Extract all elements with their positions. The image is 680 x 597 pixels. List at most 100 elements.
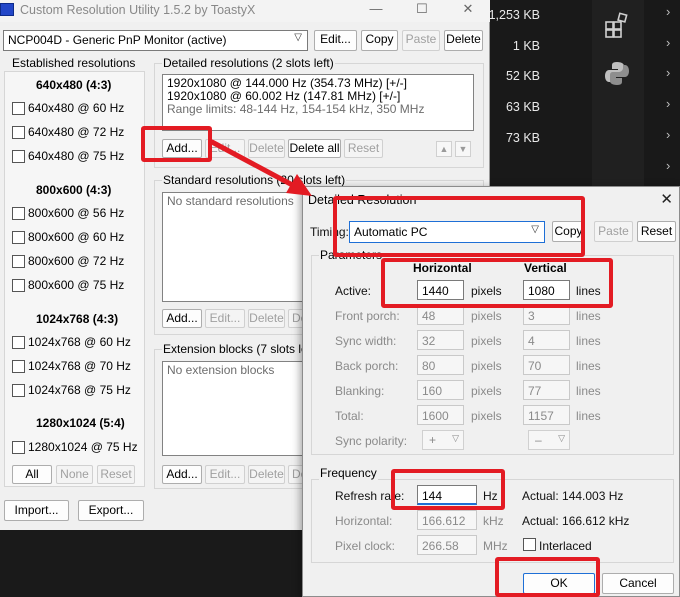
- group-title: 1024x768 (4:3): [36, 312, 119, 326]
- established-checkbox[interactable]: 640x480 @ 72 Hz: [12, 124, 124, 140]
- detailed-resolution-dialog: Detailed Resolution ✕ Timing: Automatic …: [302, 186, 680, 597]
- established-checkbox[interactable]: 800x600 @ 56 Hz: [12, 205, 124, 221]
- export-button[interactable]: Export...: [78, 500, 144, 521]
- established-checkbox[interactable]: 640x480 @ 60 Hz: [12, 100, 124, 116]
- detailed-resolutions-list[interactable]: 1920x1080 @ 144.000 Hz (354.73 MHz) [+/-…: [162, 74, 474, 131]
- sync-width-vertical-input[interactable]: 4: [523, 330, 570, 350]
- maximize-icon[interactable]: ☐: [410, 1, 434, 19]
- file-size: 52 KB: [505, 69, 540, 83]
- checkbox-label: 800x600 @ 56 Hz: [28, 206, 125, 220]
- checkbox-icon: [12, 149, 25, 163]
- close-icon[interactable]: ✕: [660, 190, 673, 208]
- chevron-right-icon[interactable]: ›: [666, 96, 670, 111]
- unit-label: pixels: [471, 309, 502, 323]
- minimize-icon[interactable]: —: [364, 1, 388, 19]
- edit-detailed-button[interactable]: Edit...: [205, 139, 245, 158]
- checkbox-label: 640x480 @ 60 Hz: [28, 101, 125, 115]
- blanking-vertical-input[interactable]: 77: [523, 380, 570, 400]
- established-checkbox[interactable]: 800x600 @ 75 Hz: [12, 277, 124, 293]
- front-porch-horizontal-input[interactable]: 48: [417, 305, 464, 325]
- vertical-polarity-select[interactable]: – ▽: [528, 430, 570, 450]
- select-all-button[interactable]: All: [12, 465, 52, 484]
- horizontal-freq-label: Horizontal:: [335, 514, 393, 528]
- interlaced-checkbox[interactable]: [523, 538, 536, 551]
- checkbox-label: 640x480 @ 72 Hz: [28, 125, 125, 139]
- edit-extension-button[interactable]: Edit...: [205, 465, 245, 484]
- delete-extension-button[interactable]: Delete: [248, 465, 285, 484]
- range-limits-item[interactable]: Range limits: 48-144 Hz, 154-154 kHz, 35…: [167, 103, 469, 116]
- python-icon[interactable]: [604, 60, 630, 86]
- parameters-title: Parameters: [319, 248, 384, 262]
- title-bar[interactable]: Custom Resolution Utility 1.5.2 by Toast…: [0, 0, 490, 22]
- chevron-down-icon: ▽: [531, 224, 539, 235]
- front-porch-vertical-input[interactable]: 3: [523, 305, 570, 325]
- established-checkbox[interactable]: 1024x768 @ 60 Hz: [12, 334, 131, 350]
- chevron-right-icon[interactable]: ›: [666, 158, 670, 173]
- apps-icon[interactable]: [604, 12, 630, 38]
- active-horizontal-input[interactable]: 1440: [417, 280, 464, 300]
- unit-label: kHz: [483, 514, 504, 528]
- param-label: Total:: [335, 409, 364, 423]
- chevron-right-icon[interactable]: ›: [666, 4, 670, 19]
- established-checkbox[interactable]: 800x600 @ 72 Hz: [12, 253, 124, 269]
- edit-monitor-button[interactable]: Edit...: [314, 30, 357, 51]
- reset-timing-button[interactable]: Reset: [637, 221, 676, 242]
- unit-label: lines: [576, 409, 601, 423]
- delete-all-detailed-button[interactable]: Delete all: [288, 139, 341, 158]
- polarity-value: +: [429, 433, 437, 447]
- monitor-select[interactable]: NCP004D - Generic PnP Monitor (active) ▽: [3, 30, 308, 51]
- established-checkbox[interactable]: 640x480 @ 75 Hz: [12, 148, 124, 164]
- add-extension-button[interactable]: Add...: [162, 465, 202, 484]
- frequency-title: Frequency: [319, 466, 378, 480]
- established-checkbox[interactable]: 1024x768 @ 70 Hz: [12, 358, 131, 374]
- total-horizontal-input[interactable]: 1600: [417, 405, 464, 425]
- add-detailed-button[interactable]: Add...: [162, 139, 202, 158]
- close-icon[interactable]: ✕: [456, 1, 480, 19]
- file-size: 1 KB: [512, 39, 540, 53]
- chevron-right-icon[interactable]: ›: [666, 65, 670, 80]
- reset-established-button[interactable]: Reset: [97, 465, 135, 484]
- move-up-icon[interactable]: ▲: [436, 141, 452, 157]
- edit-standard-button[interactable]: Edit...: [205, 309, 245, 328]
- pixel-clock-input[interactable]: 266.58: [417, 535, 477, 555]
- checkbox-icon: [12, 101, 25, 115]
- copy-monitor-button[interactable]: Copy: [361, 30, 398, 51]
- reset-detailed-button[interactable]: Reset: [344, 139, 383, 158]
- ok-button[interactable]: OK: [523, 573, 595, 594]
- established-checkbox[interactable]: 1280x1024 @ 75 Hz: [12, 439, 138, 455]
- horizontal-polarity-select[interactable]: + ▽: [422, 430, 464, 450]
- copy-timing-button[interactable]: Copy: [552, 221, 585, 242]
- timing-select[interactable]: Automatic PC ▽: [349, 221, 545, 243]
- paste-timing-button[interactable]: Paste: [594, 221, 633, 242]
- established-checkbox[interactable]: 1024x768 @ 75 Hz: [12, 382, 131, 398]
- dialog-title: Detailed Resolution: [308, 193, 417, 207]
- unit-label: pixels: [471, 284, 502, 298]
- delete-monitor-button[interactable]: Delete: [444, 30, 483, 51]
- delete-detailed-button[interactable]: Delete: [248, 139, 285, 158]
- timing-select-value: Automatic PC: [354, 225, 428, 239]
- add-standard-button[interactable]: Add...: [162, 309, 202, 328]
- established-checkbox[interactable]: 800x600 @ 60 Hz: [12, 229, 124, 245]
- sync-width-horizontal-input[interactable]: 32: [417, 330, 464, 350]
- paste-monitor-button[interactable]: Paste: [402, 30, 440, 51]
- blanking-horizontal-input[interactable]: 160: [417, 380, 464, 400]
- active-vertical-input[interactable]: 1080: [523, 280, 570, 300]
- sync-polarity-label: Sync polarity:: [335, 434, 408, 448]
- checkbox-label: 800x600 @ 60 Hz: [28, 230, 125, 244]
- cancel-button[interactable]: Cancel: [602, 573, 674, 594]
- import-button[interactable]: Import...: [4, 500, 69, 521]
- unit-label: lines: [576, 309, 601, 323]
- back-porch-vertical-input[interactable]: 70: [523, 355, 570, 375]
- chevron-right-icon[interactable]: ›: [666, 35, 670, 50]
- move-down-icon[interactable]: ▼: [455, 141, 471, 157]
- delete-standard-button[interactable]: Delete: [248, 309, 285, 328]
- select-none-button[interactable]: None: [56, 465, 93, 484]
- chevron-right-icon[interactable]: ›: [666, 127, 670, 142]
- horizontal-freq-input[interactable]: 166.612: [417, 510, 477, 530]
- refresh-rate-input[interactable]: 144: [417, 485, 477, 505]
- checkbox-icon: [12, 335, 25, 349]
- unit-label: Hz: [483, 489, 498, 503]
- total-vertical-input[interactable]: 1157: [523, 405, 570, 425]
- back-porch-horizontal-input[interactable]: 80: [417, 355, 464, 375]
- unit-label: lines: [576, 284, 601, 298]
